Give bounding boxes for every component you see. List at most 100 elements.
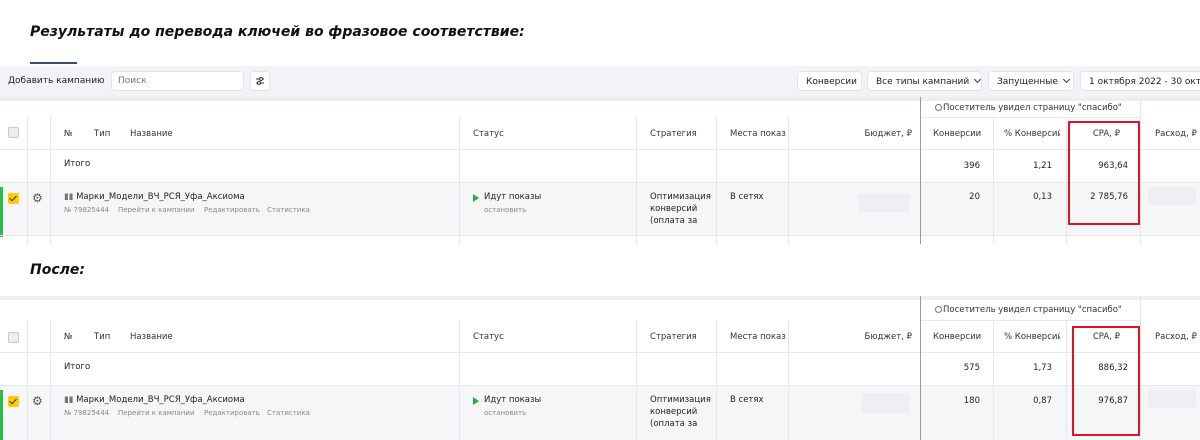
row-conversions: 180: [963, 396, 980, 406]
col-divider: [636, 117, 637, 244]
row-checkbox[interactable]: [8, 396, 19, 407]
select-all-checkbox[interactable]: [8, 127, 19, 138]
col-divider: [27, 117, 28, 244]
date-range-label: 1 октября 2022 - 30 октября: [1089, 77, 1200, 87]
gear-icon[interactable]: ⚙: [32, 395, 43, 407]
edit-link[interactable]: Редактировать: [204, 206, 260, 215]
total-conv-percent: 1,73: [1033, 363, 1052, 373]
col-conv-percent[interactable]: % Конверсий: [1004, 332, 1060, 343]
row-conv-percent: 0,13: [1033, 192, 1052, 202]
divider: [0, 149, 1200, 150]
col-conv-percent[interactable]: % Конверсий: [1004, 129, 1060, 140]
strategy-line-2: конверсий: [650, 407, 698, 417]
col-name[interactable]: Название: [130, 129, 173, 140]
status-text: Идут показы: [484, 395, 542, 405]
campaign-type-icon: ▮▮: [64, 192, 77, 202]
chevron-down-icon: [974, 75, 982, 84]
campaign-name-text: Марки_Модели_ВЧ_РСЯ_Уфа_Аксиома: [76, 395, 245, 405]
row-conv-percent: 0,87: [1033, 396, 1052, 406]
row-checkbox[interactable]: [8, 193, 19, 204]
col-conversions[interactable]: Конверсии: [933, 332, 981, 343]
running-dropdown[interactable]: Запущенные: [988, 71, 1074, 91]
campaign-id: № 79825444: [64, 409, 110, 417]
campaign-types-dropdown[interactable]: Все типы кампаний: [867, 71, 982, 91]
strategy-line-2: конверсий: [650, 204, 698, 214]
campaign-name-text: Марки_Модели_ВЧ_РСЯ_Уфа_Аксиома: [76, 192, 245, 202]
col-spend[interactable]: Расход, ₽: [1155, 129, 1197, 140]
statistics-link[interactable]: Статистика: [267, 409, 310, 418]
campaign-type-icon: ▮▮: [64, 395, 77, 405]
toolbar: Добавить кампанию Конверсии Все типы кам…: [0, 66, 1200, 97]
col-type[interactable]: Тип: [94, 129, 110, 140]
play-icon: [473, 397, 479, 405]
eye-icon: [935, 306, 942, 313]
col-divider: [1140, 97, 1141, 244]
col-budget[interactable]: Бюджет, ₽: [860, 332, 912, 343]
placement: В сетях: [730, 192, 764, 202]
gear-icon[interactable]: ⚙: [32, 192, 43, 204]
status-stripe: [0, 187, 3, 237]
col-divider: [27, 320, 28, 440]
eye-icon: [935, 104, 942, 111]
stop-link[interactable]: остановить: [484, 409, 526, 418]
conversions-button-label: Конверсии: [806, 77, 857, 87]
status-text: Идут показы: [484, 192, 542, 202]
col-spend[interactable]: Расход, ₽: [1155, 332, 1197, 343]
edit-link[interactable]: Редактировать: [204, 409, 260, 418]
col-budget[interactable]: Бюджет, ₽: [860, 129, 912, 140]
running-label: Запущенные: [997, 77, 1058, 87]
status-stripe: [0, 390, 3, 440]
date-range-button[interactable]: 1 октября 2022 - 30 октября: [1080, 71, 1200, 91]
col-status[interactable]: Статус: [473, 332, 504, 343]
group-label: Посетитель увидел страницу "спасибо": [935, 103, 1122, 114]
total-conversions: 396: [963, 161, 980, 171]
col-strategy[interactable]: Стратегия: [650, 332, 697, 343]
col-divider: [920, 296, 921, 440]
col-placements[interactable]: Места показа: [730, 332, 786, 343]
campaign-name[interactable]: ▮▮ Марки_Модели_ВЧ_РСЯ_Уфа_Аксиома: [64, 395, 245, 406]
col-divider: [716, 320, 717, 440]
strategy-line-3: (оплата за: [650, 419, 698, 429]
spend-placeholder: [1148, 187, 1196, 205]
col-conversions[interactable]: Конверсии: [933, 129, 981, 140]
group-label-text: Посетитель увидел страницу "спасибо": [943, 103, 1122, 113]
statistics-link[interactable]: Статистика: [267, 206, 310, 215]
play-icon: [473, 194, 479, 202]
col-divider: [636, 320, 637, 440]
stop-link[interactable]: остановить: [484, 206, 526, 215]
campaign-id: № 79825444: [64, 206, 110, 214]
strategy-line-1: Оптимизация: [650, 192, 711, 202]
col-divider: [1140, 296, 1141, 440]
table-top-band: [0, 97, 1200, 101]
campaign-name[interactable]: ▮▮ Марки_Модели_ВЧ_РСЯ_Уфа_Аксиома: [64, 192, 245, 203]
add-campaign-button[interactable]: Добавить кампанию: [8, 74, 105, 88]
col-strategy[interactable]: Стратегия: [650, 129, 697, 140]
divider: [0, 235, 1200, 236]
filter-settings-button[interactable]: [250, 71, 270, 91]
col-num[interactable]: №: [64, 332, 73, 343]
conversions-button[interactable]: Конверсии: [797, 71, 862, 91]
col-divider: [50, 117, 51, 244]
col-divider: [459, 320, 460, 440]
col-status[interactable]: Статус: [473, 129, 504, 140]
table-top-band: [0, 296, 1200, 300]
col-placements[interactable]: Места показа: [730, 129, 786, 140]
col-divider: [1066, 117, 1067, 244]
col-type[interactable]: Тип: [94, 332, 110, 343]
col-num[interactable]: №: [64, 129, 73, 140]
group-label-text: Посетитель увидел страницу "спасибо": [943, 305, 1122, 315]
search-input[interactable]: [111, 71, 244, 91]
col-divider: [993, 117, 994, 244]
col-name[interactable]: Название: [130, 332, 173, 343]
col-divider: [1066, 320, 1067, 440]
row-conversions: 20: [969, 192, 980, 202]
go-to-campaign-link[interactable]: Перейти к кампании: [118, 206, 195, 215]
select-all-checkbox[interactable]: [8, 332, 19, 343]
heading-underline: [30, 62, 77, 64]
chevron-down-icon: [1062, 75, 1070, 84]
divider: [920, 320, 1140, 321]
group-label: Посетитель увидел страницу "спасибо": [935, 305, 1122, 316]
go-to-campaign-link[interactable]: Перейти к кампании: [118, 409, 195, 418]
col-divider: [993, 320, 994, 440]
col-divider: [716, 117, 717, 244]
